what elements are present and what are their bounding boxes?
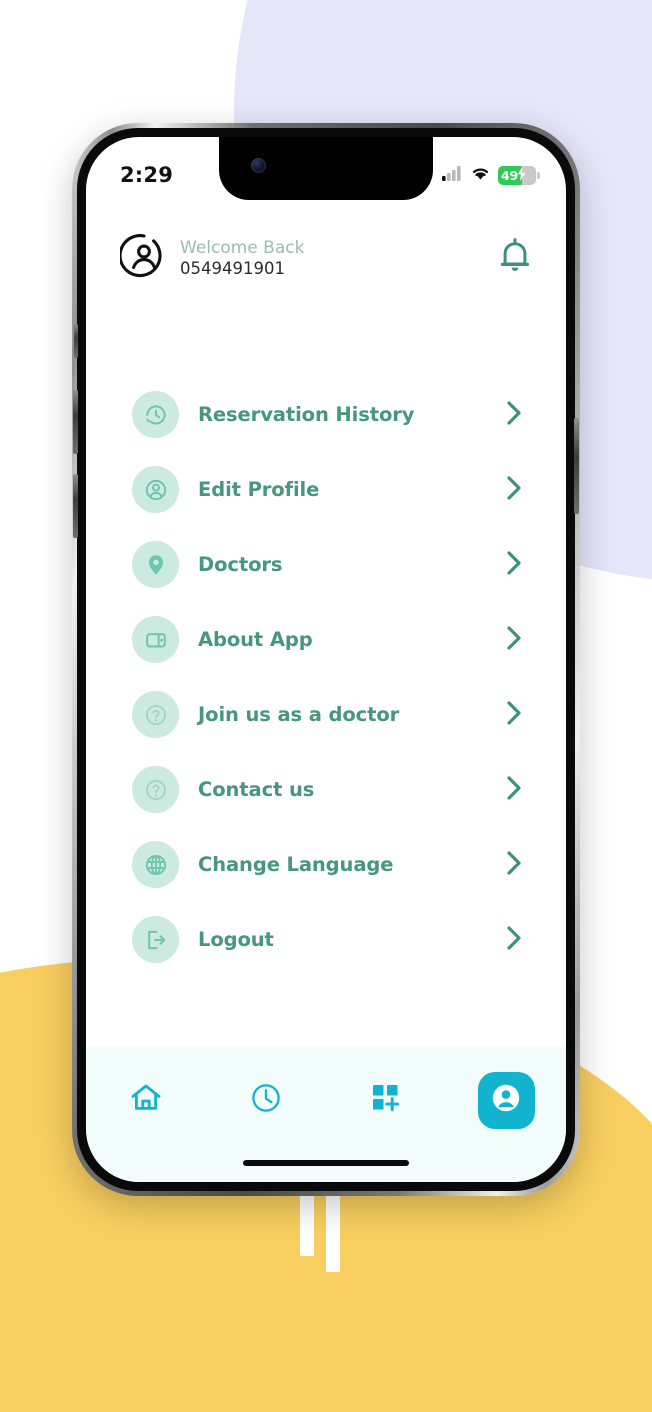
notification-bell-button[interactable] [498,237,532,279]
clock-icon [249,1081,283,1119]
menu-item-edit-profile[interactable]: Edit Profile [132,452,528,527]
history-clock-icon [132,391,179,438]
question-mark-circle-icon [132,766,179,813]
battery-percentage-label: 49 [501,167,518,183]
wallet-icon [132,616,179,663]
nav-active-indicator [477,1071,535,1129]
menu-item-contact-us[interactable]: Contact us [132,752,528,827]
chevron-right-icon [504,774,524,806]
menu-item-label: Edit Profile [198,478,320,501]
map-pin-icon [132,541,179,588]
chevron-right-icon [504,399,524,431]
status-bar-indicators: 49 [442,165,540,185]
chevron-right-icon [504,624,524,656]
battery-tip [536,171,540,179]
globe-icon [132,841,179,888]
phone-mockup-frame: 2:29 49 Welcome Back 0549491901 Reservat… [72,123,580,1196]
question-mark-circle-icon [132,691,179,738]
nav-tab-history[interactable] [206,1069,326,1131]
menu-item-label: Join us as a doctor [198,703,400,726]
menu-item-label: About App [198,628,313,651]
charging-bolt-icon [517,166,526,185]
volume-up-button[interactable] [73,390,78,454]
status-bar-time: 2:29 [120,163,174,187]
logout-arrow-icon [132,916,179,963]
user-avatar-icon[interactable] [118,232,168,284]
menu-item-join-us-as-a-doctor[interactable]: Join us as a doctor [132,677,528,752]
user-phone-number: 0549491901 [180,258,285,278]
menu-item-label: Doctors [198,553,283,576]
status-bar: 2:29 49 [86,137,566,199]
menu-item-label: Reservation History [198,403,415,426]
menu-item-doctors[interactable]: Doctors [132,527,528,602]
chevron-right-icon [504,849,524,881]
phone-bezel: 2:29 49 Welcome Back 0549491901 Reservat… [73,128,579,1191]
wifi-icon [470,165,491,185]
chevron-right-icon [504,699,524,731]
silent-switch-button[interactable] [74,324,78,358]
menu-item-reservation-history[interactable]: Reservation History [132,377,528,452]
phone-screen: 2:29 49 Welcome Back 0549491901 Reservat… [86,137,566,1182]
user-info-block: Welcome Back 0549491901 [180,238,498,279]
home-icon [129,1081,163,1119]
nav-tab-home[interactable] [86,1069,206,1131]
user-circle-icon [132,466,179,513]
grid-plus-icon [370,1082,402,1118]
volume-down-button[interactable] [73,474,78,538]
welcome-label: Welcome Back [180,237,305,258]
app-header: Welcome Back 0549491901 [86,225,566,291]
person-filled-icon [490,1082,522,1118]
menu-item-label: Logout [198,928,274,951]
chevron-right-icon [504,549,524,581]
bell-icon [498,238,532,279]
home-indicator-bar[interactable] [243,1160,409,1166]
battery-charging-icon: 49 [498,165,540,185]
menu-item-label: Contact us [198,778,315,801]
menu-item-logout[interactable]: Logout [132,902,528,977]
settings-menu-list: Reservation History Edit Profile Doctors… [86,377,566,977]
nav-tab-profile[interactable] [446,1069,566,1131]
signal-bars-icon [442,165,463,185]
chevron-right-icon [504,924,524,956]
power-button[interactable] [574,418,579,514]
nav-tab-services[interactable] [326,1069,446,1131]
chevron-right-icon [504,474,524,506]
menu-item-label: Change Language [198,853,394,876]
menu-item-about-app[interactable]: About App [132,602,528,677]
menu-item-change-language[interactable]: Change Language [132,827,528,902]
